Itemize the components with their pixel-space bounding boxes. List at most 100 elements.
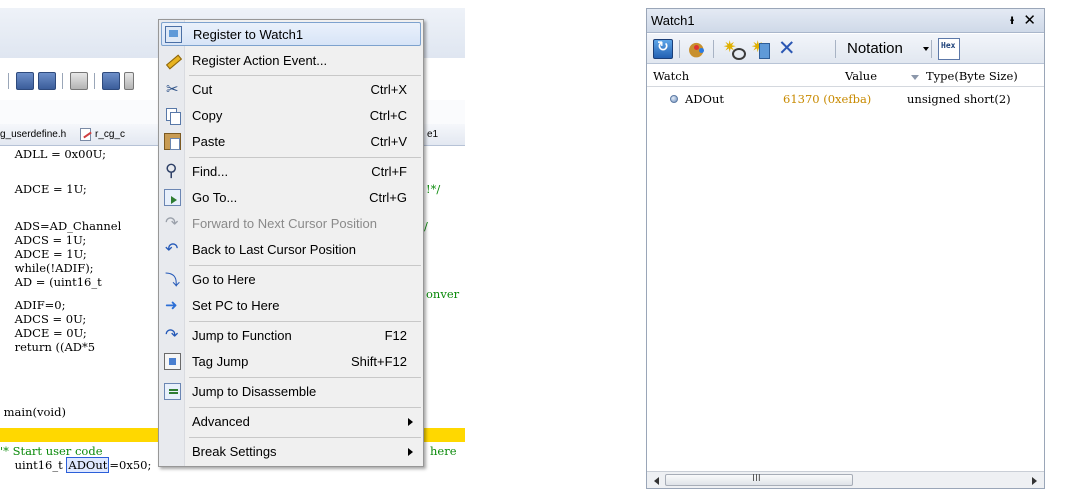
toolbar-separator [679,40,680,58]
scrollbar-thumb[interactable]: III [665,473,853,486]
code-comment: here [430,444,457,458]
code-line: main(void) [0,405,66,419]
menu-item-tag-jump[interactable]: Tag Jump Shift+F12 [161,350,421,374]
menu-item-shortcut: Ctrl+F [371,164,407,179]
tools-icon[interactable] [70,72,88,90]
menu-separator [189,377,421,378]
code-line: AD = (uint16_t [0,275,102,289]
tab-r-cg[interactable]: r_cg_c [95,129,125,140]
watch-type: unsigned short(2) [907,92,1011,106]
code-line: ADIF=0; [0,298,66,312]
menu-item-label: Go To... [192,190,238,205]
menu-separator [189,75,421,76]
debug-icon[interactable] [124,72,134,90]
menu-separator [189,407,421,408]
menu-item-shortcut: Ctrl+X [370,82,407,97]
menu-item-go-to-here[interactable]: Go to Here [161,268,421,292]
menu-item-label: Register to Watch1 [193,27,304,42]
watch-icon [165,26,182,43]
menu-separator [189,437,421,438]
code-line: while(!ADIF); [0,261,94,275]
watch-panel: Watch1 ᵼ ✕ Notation Hex Watch Value Type… [646,8,1045,489]
scroll-grip: III [752,473,761,484]
code-line: ADCE = 0U; [0,326,87,340]
tag-jump-icon [164,353,181,370]
disassemble-icon [164,383,181,400]
menu-item-break-settings[interactable]: Break Settings [161,440,421,464]
menu-separator [189,157,421,158]
jump-function-icon [164,325,181,344]
build-icon[interactable] [16,72,34,90]
watch-title: Watch1 [651,13,695,28]
watch-column-header: Watch Value Type(Byte Size) [647,65,1044,87]
menu-item-label: Copy [192,108,223,123]
close-icon[interactable]: ✕ [1023,11,1036,29]
tab-e1[interactable]: e1 [427,129,438,140]
code-comment: !*/ [426,182,441,196]
menu-item-back-cursor[interactable]: Back to Last Cursor Position [161,238,421,262]
toolbar-separator [931,40,932,58]
menu-item-shortcut: Ctrl+V [370,134,407,149]
menu-item-register-to-watch[interactable]: Register to Watch1 [161,22,421,46]
scroll-left-icon[interactable] [654,477,659,485]
menu-item-label: Tag Jump [192,354,249,369]
context-menu: Register to Watch1 Register Action Event… [158,19,424,467]
menu-item-copy[interactable]: Copy Ctrl+C [161,104,421,128]
menu-item-register-action-event[interactable]: Register Action Event... [161,49,421,73]
menu-item-shortcut: Ctrl+C [369,108,407,123]
code-line: ADCS = 0U; [0,312,87,326]
menu-item-label: Register Action Event... [192,53,328,68]
menu-item-shortcut: F12 [384,328,407,343]
pin-icon[interactable]: ᵼ [1010,11,1014,28]
menu-item-paste[interactable]: Paste Ctrl+V [161,130,421,154]
menu-item-label: Break Settings [192,444,277,459]
notation-dropdown[interactable]: Notation [847,40,903,57]
horizontal-scrollbar[interactable]: III [647,471,1044,488]
forward-icon [164,213,181,232]
toolbar-separator [835,40,836,58]
download-icon[interactable] [102,72,120,90]
hex-toggle-button[interactable]: Hex [938,38,960,60]
menu-item-shortcut: Ctrl+G [369,190,407,205]
add-category-icon[interactable] [751,37,771,59]
menu-separator [189,321,421,322]
palette-icon[interactable] [687,38,707,60]
menu-item-shortcut: Shift+F12 [350,354,407,369]
column-value[interactable]: Value [845,69,877,83]
menu-item-cut[interactable]: Cut Ctrl+X [161,78,421,102]
menu-item-find[interactable]: Find... Ctrl+F [161,160,421,184]
menu-item-label: Jump to Function [192,328,292,343]
menu-item-label: Jump to Disassemble [192,384,317,399]
variable-icon [670,95,678,103]
menu-item-label: Forward to Next Cursor Position [192,216,377,231]
add-watch-icon[interactable] [723,37,746,60]
menu-item-set-pc[interactable]: Set PC to Here [161,294,421,318]
code-comment: / [424,219,428,233]
table-row[interactable]: ADOut 61370 (0xefba) unsigned short(2) [647,89,1044,109]
scroll-right-icon[interactable] [1032,477,1037,485]
menu-separator [189,265,421,266]
menu-item-label: Advanced [192,414,250,429]
column-watch[interactable]: Watch [653,69,689,83]
menu-item-advanced[interactable]: Advanced [161,410,421,434]
column-type[interactable]: Type(Byte Size) [926,69,1018,83]
menu-item-jump-to-function[interactable]: Jump to Function F12 [161,324,421,348]
rebuild-icon[interactable] [38,72,56,90]
code-text: =0x50; [109,458,152,472]
menu-item-jump-to-disassemble[interactable]: Jump to Disassemble [161,380,421,404]
delete-icon[interactable] [777,36,797,60]
code-line: ADCE = 1U; [0,182,87,196]
refresh-icon[interactable] [653,39,673,59]
selected-variable[interactable]: ADOut [66,457,110,473]
sort-indicator-icon [911,75,919,80]
menu-item-forward-cursor[interactable]: Forward to Next Cursor Position [161,212,421,236]
menu-item-go-to[interactable]: Go To... Ctrl+G [161,186,421,210]
chevron-down-icon[interactable] [923,47,929,51]
submenu-arrow-icon [408,448,413,456]
code-line: ADCS = 1U; [0,233,87,247]
code-comment: onver [426,287,460,301]
menu-item-label: Find... [192,164,229,179]
tab-userdefine[interactable]: g_userdefine.h [0,129,66,140]
copy-icon [164,107,181,125]
menu-item-label: Paste [192,134,226,149]
